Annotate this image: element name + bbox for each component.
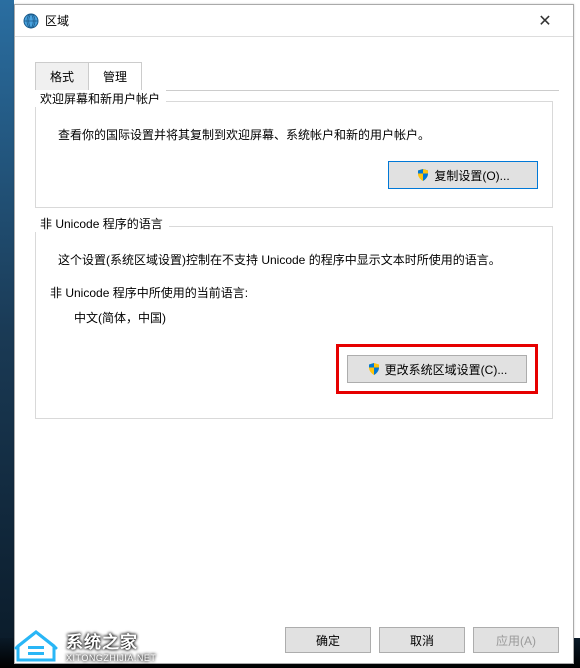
region-dialog: 区域 ✕ 格式 管理 欢迎屏幕和新用户帐户 查看你的国际设置并将其复制到欢迎屏幕… (14, 4, 574, 664)
uac-shield-icon (416, 168, 430, 182)
titlebar: 区域 ✕ (15, 5, 573, 37)
current-language-label: 非 Unicode 程序中所使用的当前语言: (50, 284, 538, 301)
watermark-text: 系统之家 XITONGZHIJIA.NET (66, 628, 156, 663)
change-locale-row: 更改系统区域设置(C)... (50, 344, 538, 394)
close-icon: ✕ (538, 11, 551, 31)
window-title: 区域 (45, 12, 525, 29)
current-language-value: 中文(简体，中国) (74, 309, 538, 326)
copy-settings-button[interactable]: 复制设置(O)... (388, 161, 538, 189)
tab-strip: 格式 管理 (35, 61, 559, 91)
tab-format[interactable]: 格式 (35, 62, 89, 91)
group-welcome-accounts: 欢迎屏幕和新用户帐户 查看你的国际设置并将其复制到欢迎屏幕、系统帐户和新的用户帐… (35, 101, 553, 208)
dialog-footer: 确定 取消 应用(A) (285, 627, 559, 653)
cancel-button[interactable]: 取消 (379, 627, 465, 653)
group-non-unicode-title: 非 Unicode 程序的语言 (34, 215, 169, 232)
group-welcome-title: 欢迎屏幕和新用户帐户 (34, 90, 166, 107)
change-locale-label: 更改系统区域设置(C)... (385, 361, 508, 378)
close-button[interactable]: ✕ (525, 7, 565, 35)
tab-admin[interactable]: 管理 (88, 62, 142, 91)
group-non-unicode: 非 Unicode 程序的语言 这个设置(系统区域设置)控制在不支持 Unico… (35, 226, 553, 419)
tab-panel-admin: 欢迎屏幕和新用户帐户 查看你的国际设置并将其复制到欢迎屏幕、系统帐户和新的用户帐… (29, 91, 559, 419)
watermark: 系统之家 XITONGZHIJIA.NET (14, 626, 156, 664)
change-system-locale-button[interactable]: 更改系统区域设置(C)... (347, 355, 527, 383)
copy-settings-row: 复制设置(O)... (50, 161, 538, 189)
dialog-content: 格式 管理 欢迎屏幕和新用户帐户 查看你的国际设置并将其复制到欢迎屏幕、系统帐户… (15, 37, 573, 419)
group-non-unicode-desc: 这个设置(系统区域设置)控制在不支持 Unicode 的程序中显示文本时所使用的… (58, 251, 538, 270)
ok-button[interactable]: 确定 (285, 627, 371, 653)
group-welcome-desc: 查看你的国际设置并将其复制到欢迎屏幕、系统帐户和新的用户帐户。 (58, 126, 538, 145)
highlight-annotation: 更改系统区域设置(C)... (336, 344, 538, 394)
background-left-strip (0, 0, 14, 668)
globe-icon (23, 13, 39, 29)
apply-button[interactable]: 应用(A) (473, 627, 559, 653)
watermark-house-icon (14, 626, 58, 664)
watermark-title: 系统之家 (66, 628, 156, 653)
uac-shield-icon (367, 362, 381, 376)
copy-settings-label: 复制设置(O)... (434, 167, 509, 184)
watermark-url: XITONGZHIJIA.NET (66, 653, 156, 663)
